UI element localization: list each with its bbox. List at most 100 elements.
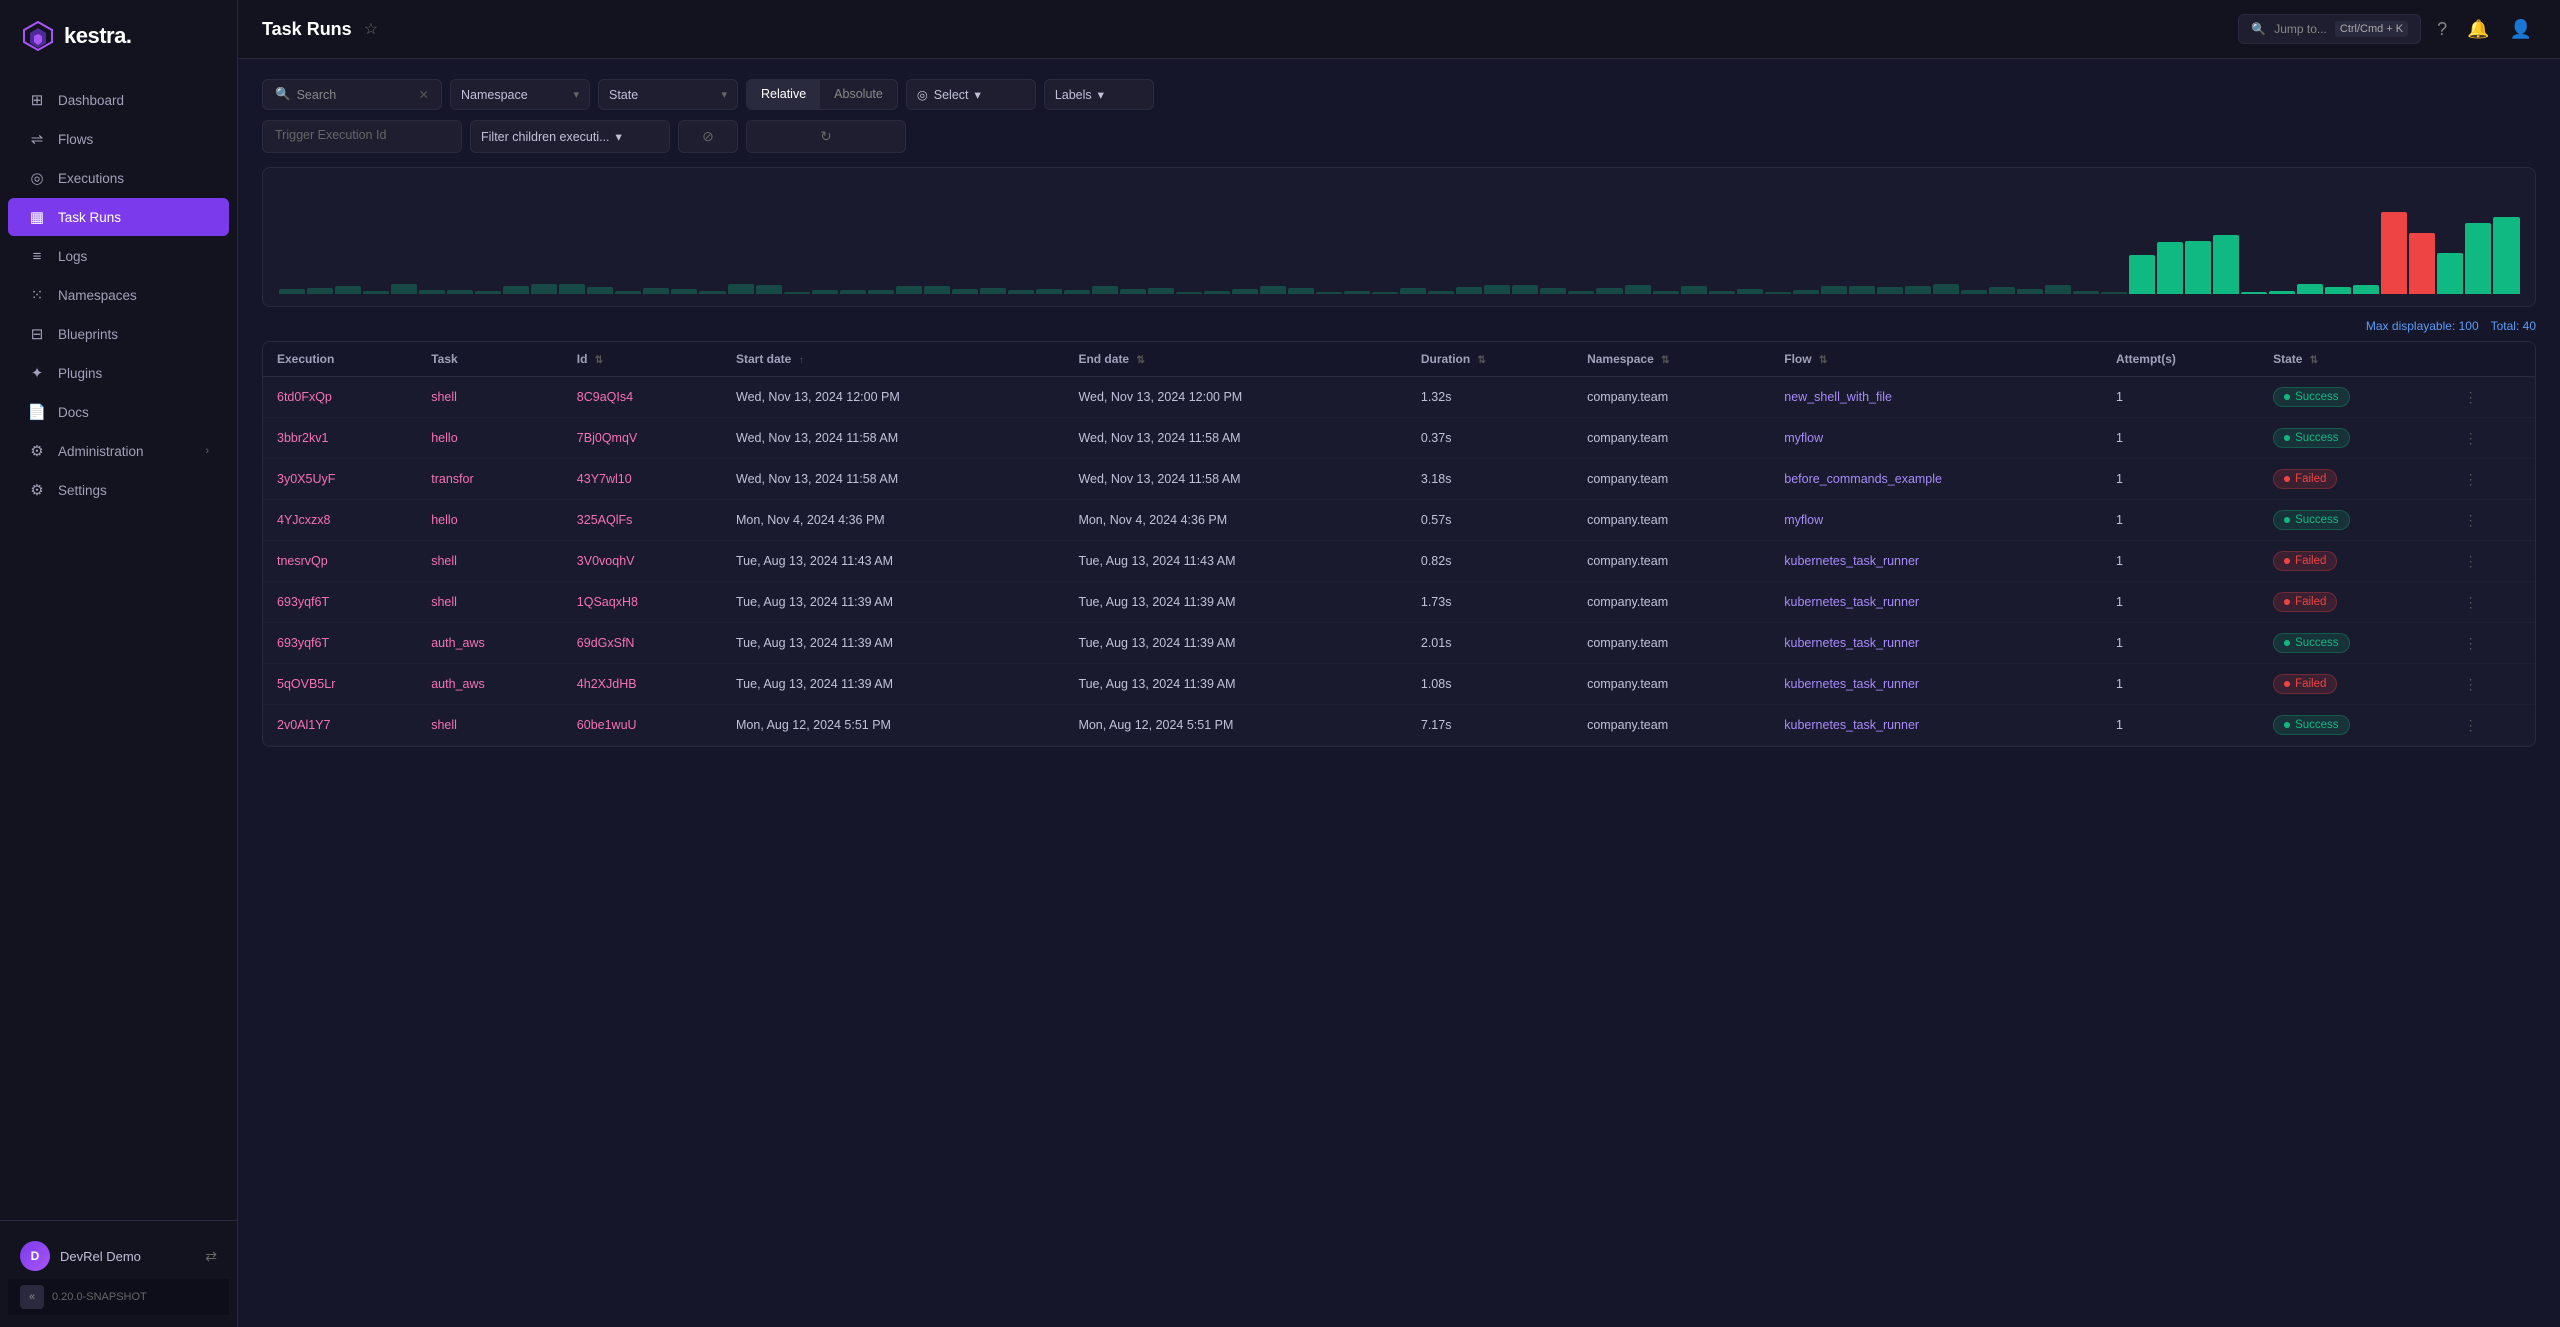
id-link[interactable]: 60be1wuU [577, 718, 637, 732]
row-menu-button[interactable]: ⋮ [2460, 510, 2482, 530]
flow-link[interactable]: myflow [1784, 513, 1823, 527]
help-icon[interactable]: ? [2433, 15, 2451, 44]
execution-link[interactable]: 693yqf6T [277, 595, 329, 609]
execution-link[interactable]: 4YJcxzx8 [277, 513, 331, 527]
task-link[interactable]: auth_aws [431, 677, 485, 691]
th-state[interactable]: State ⇅ [2259, 342, 2446, 377]
table-row[interactable]: 2v0Al1Y7 shell 60be1wuU Mon, Aug 12, 202… [263, 705, 2535, 746]
sidebar-item-settings[interactable]: ⚙ Settings [8, 471, 229, 509]
chart-bar [2157, 242, 2183, 294]
task-link[interactable]: hello [431, 431, 457, 445]
id-link[interactable]: 69dGxSfN [577, 636, 635, 650]
flow-link[interactable]: kubernetes_task_runner [1784, 636, 1919, 650]
execution-link[interactable]: tnesrvQp [277, 554, 328, 568]
th-end-date[interactable]: End date ⇅ [1064, 342, 1406, 377]
favorite-button[interactable]: ☆ [364, 19, 378, 39]
th-task[interactable]: Task [417, 342, 563, 377]
flow-link[interactable]: myflow [1784, 431, 1823, 445]
th-start-date[interactable]: Start date ↑ [722, 342, 1064, 377]
table-row[interactable]: 693yqf6T shell 1QSaqxH8 Tue, Aug 13, 202… [263, 582, 2535, 623]
id-link[interactable]: 3V0voqhV [577, 554, 635, 568]
id-link[interactable]: 8C9aQIs4 [577, 390, 633, 404]
th-execution[interactable]: Execution [263, 342, 417, 377]
execution-link[interactable]: 6td0FxQp [277, 390, 332, 404]
id-link[interactable]: 7Bj0QmqV [577, 431, 637, 445]
profile-icon[interactable]: 👤 [2506, 15, 2536, 44]
th-duration[interactable]: Duration ⇅ [1407, 342, 1573, 377]
id-link[interactable]: 1QSaqxH8 [577, 595, 638, 609]
trigger-execution-id-input[interactable]: Trigger Execution Id [262, 120, 462, 153]
execution-link[interactable]: 2v0Al1Y7 [277, 718, 331, 732]
table-row[interactable]: 3y0X5UyF transfor 43Y7wl10 Wed, Nov 13, … [263, 459, 2535, 500]
sidebar-item-namespaces[interactable]: ⁙ Namespaces [8, 276, 229, 314]
chart-bar [363, 291, 389, 294]
row-menu-button[interactable]: ⋮ [2460, 592, 2482, 612]
search-input[interactable]: 🔍 Search ✕ [262, 79, 442, 110]
row-menu-button[interactable]: ⋮ [2460, 551, 2482, 571]
user-area[interactable]: D DevRel Demo ⇄ [8, 1233, 229, 1279]
task-link[interactable]: transfor [431, 472, 473, 486]
th-attempts[interactable]: Attempt(s) [2102, 342, 2259, 377]
absolute-date-button[interactable]: Absolute [820, 80, 897, 109]
row-menu-button[interactable]: ⋮ [2460, 633, 2482, 653]
sidebar-item-plugins[interactable]: ✦ Plugins [8, 354, 229, 392]
table-row[interactable]: 3bbr2kv1 hello 7Bj0QmqV Wed, Nov 13, 202… [263, 418, 2535, 459]
flow-link[interactable]: before_commands_example [1784, 472, 1942, 486]
row-menu-button[interactable]: ⋮ [2460, 428, 2482, 448]
namespace-filter[interactable]: Namespace ▾ [450, 79, 590, 110]
jump-to-button[interactable]: 🔍 Jump to... Ctrl/Cmd + K [2238, 14, 2421, 44]
collapse-sidebar-button[interactable]: « [20, 1285, 44, 1309]
sidebar-item-flows[interactable]: ⇌ Flows [8, 120, 229, 158]
refresh-button[interactable]: ↻ [746, 120, 906, 153]
sidebar-item-label: Namespaces [58, 288, 137, 303]
flow-link[interactable]: kubernetes_task_runner [1784, 718, 1919, 732]
flow-link[interactable]: kubernetes_task_runner [1784, 554, 1919, 568]
task-link[interactable]: auth_aws [431, 636, 485, 650]
execution-link[interactable]: 3y0X5UyF [277, 472, 335, 486]
state-filter[interactable]: State ▾ [598, 79, 738, 110]
flow-link[interactable]: kubernetes_task_runner [1784, 595, 1919, 609]
table-row[interactable]: 4YJcxzx8 hello 325AQlFs Mon, Nov 4, 2024… [263, 500, 2535, 541]
table-row[interactable]: 5qOVB5Lr auth_aws 4h2XJdHB Tue, Aug 13, … [263, 664, 2535, 705]
sidebar-item-administration[interactable]: ⚙ Administration › [8, 432, 229, 470]
sidebar-item-dashboard[interactable]: ⊞ Dashboard [8, 81, 229, 119]
labels-filter[interactable]: Labels ▾ [1044, 79, 1154, 110]
task-link[interactable]: shell [431, 595, 457, 609]
select-filter[interactable]: ◎ Select ▾ [906, 79, 1036, 110]
notifications-icon[interactable]: 🔔 [2463, 15, 2493, 44]
sidebar-item-executions[interactable]: ◎ Executions [8, 159, 229, 197]
task-link[interactable]: shell [431, 554, 457, 568]
task-link[interactable]: shell [431, 718, 457, 732]
disable-filter-button[interactable]: ⊘ [678, 120, 738, 153]
sidebar-item-task-runs[interactable]: ▦ Task Runs [8, 198, 229, 236]
id-link[interactable]: 325AQlFs [577, 513, 633, 527]
sidebar-item-blueprints[interactable]: ⊟ Blueprints [8, 315, 229, 353]
row-menu-button[interactable]: ⋮ [2460, 469, 2482, 489]
row-menu-button[interactable]: ⋮ [2460, 387, 2482, 407]
th-flow[interactable]: Flow ⇅ [1770, 342, 2102, 377]
row-menu-button[interactable]: ⋮ [2460, 674, 2482, 694]
id-link[interactable]: 4h2XJdHB [577, 677, 637, 691]
flow-link[interactable]: new_shell_with_file [1784, 390, 1892, 404]
table-row[interactable]: 693yqf6T auth_aws 69dGxSfN Tue, Aug 13, … [263, 623, 2535, 664]
row-menu-button[interactable]: ⋮ [2460, 715, 2482, 735]
task-link[interactable]: shell [431, 390, 457, 404]
execution-link[interactable]: 693yqf6T [277, 636, 329, 650]
chart-bar [1821, 286, 1847, 294]
flow-link[interactable]: kubernetes_task_runner [1784, 677, 1919, 691]
sidebar-item-logs[interactable]: ≡ Logs [8, 237, 229, 275]
logo[interactable]: kestra. [0, 0, 237, 72]
table-row[interactable]: tnesrvQp shell 3V0voqhV Tue, Aug 13, 202… [263, 541, 2535, 582]
relative-date-button[interactable]: Relative [747, 80, 820, 109]
execution-link[interactable]: 3bbr2kv1 [277, 431, 328, 445]
th-id[interactable]: Id ⇅ [563, 342, 722, 377]
cell-menu: ⋮ [2446, 377, 2535, 418]
th-namespace[interactable]: Namespace ⇅ [1573, 342, 1770, 377]
filter-children-executions[interactable]: Filter children executi... ▾ [470, 120, 670, 153]
cell-start-date: Wed, Nov 13, 2024 12:00 PM [722, 377, 1064, 418]
sidebar-item-docs[interactable]: 📄 Docs [8, 393, 229, 431]
table-row[interactable]: 6td0FxQp shell 8C9aQIs4 Wed, Nov 13, 202… [263, 377, 2535, 418]
id-link[interactable]: 43Y7wl10 [577, 472, 632, 486]
execution-link[interactable]: 5qOVB5Lr [277, 677, 335, 691]
task-link[interactable]: hello [431, 513, 457, 527]
